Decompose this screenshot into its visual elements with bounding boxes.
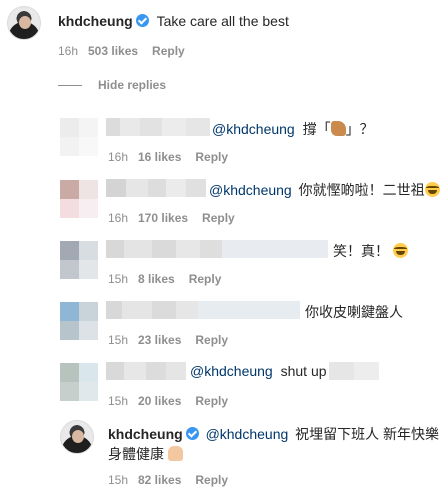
avatar[interactable] [7, 6, 41, 40]
timestamp[interactable]: 16h [108, 150, 138, 164]
mention-link[interactable]: @khdcheung [190, 363, 273, 379]
blurred-username [106, 118, 210, 136]
timestamp[interactable]: 15h [108, 394, 138, 408]
reply-button[interactable]: Reply [189, 272, 222, 286]
comment-meta: 15h 8 likes Reply [108, 272, 221, 286]
hide-replies-button[interactable]: Hide replies [58, 78, 166, 92]
horse-emoji-icon [330, 121, 346, 136]
laughing-tears-emoji-icon [424, 182, 440, 197]
avatar[interactable] [60, 302, 98, 340]
likes-count[interactable]: 82 likes [138, 473, 181, 487]
hide-replies-label: Hide replies [98, 78, 167, 92]
username[interactable]: khdcheung [58, 13, 133, 29]
avatar[interactable] [60, 363, 98, 401]
mention-link[interactable]: @khdcheung [209, 182, 292, 198]
blurred-text [329, 362, 379, 380]
comment-text: Take care all the best [156, 13, 289, 29]
reply-button[interactable]: Reply [195, 394, 228, 408]
comment-meta: 15h 20 likes Reply [108, 394, 228, 408]
laughing-tears-emoji-icon [392, 243, 408, 258]
comment-meta: 16h 16 likes Reply [108, 150, 228, 164]
reply-button[interactable]: Reply [152, 44, 185, 58]
mention-link[interactable]: @khdcheung [212, 121, 295, 137]
likes-count[interactable]: 20 likes [138, 394, 181, 408]
likes-count[interactable]: 503 likes [88, 44, 138, 58]
reply-text: 你收皮喇鍵盤人 [305, 304, 403, 320]
avatar[interactable] [60, 180, 98, 218]
reply-button[interactable]: Reply [195, 150, 228, 164]
reply-button[interactable]: Reply [202, 211, 235, 225]
username[interactable]: khdcheung [108, 426, 183, 442]
folded-hands-emoji-icon [167, 446, 183, 461]
reply-text: @khdcheung 你就慳啲啦！二世祖 [209, 180, 440, 200]
mention-link[interactable]: @khdcheung [206, 426, 289, 442]
likes-count[interactable]: 23 likes [138, 333, 181, 347]
reply-text: @khdcheung shut up [190, 363, 327, 379]
comment-meta: 16h 170 likes Reply [108, 211, 235, 225]
likes-count[interactable]: 16 likes [138, 150, 181, 164]
avatar[interactable] [60, 420, 94, 454]
avatar[interactable] [60, 241, 98, 279]
timestamp[interactable]: 15h [108, 473, 138, 487]
divider-dash [58, 84, 82, 86]
comment-meta: 16h 503 likes Reply [58, 44, 185, 58]
blurred-username [106, 179, 206, 197]
reply-button[interactable]: Reply [195, 473, 228, 487]
verified-badge-icon [135, 14, 149, 27]
timestamp[interactable]: 15h [108, 272, 138, 286]
comment-meta: 15h 82 likes Reply [108, 473, 228, 487]
timestamp[interactable]: 16h [108, 211, 138, 225]
timestamp[interactable]: 16h [58, 44, 88, 58]
reply-text: 笑！真！ [333, 241, 408, 261]
reply-text: @khdcheung 撐「」？ [212, 121, 374, 137]
blurred-username [106, 301, 300, 319]
likes-count[interactable]: 170 likes [138, 211, 188, 225]
reply-text: khdcheung @khdcheung 祝埋留下班人 新年快樂 [108, 426, 440, 442]
avatar-face [72, 430, 84, 443]
blurred-username [106, 362, 186, 380]
likes-count[interactable]: 8 likes [138, 272, 175, 286]
avatar[interactable] [60, 118, 98, 156]
timestamp[interactable]: 15h [108, 333, 138, 347]
comment-meta: 15h 23 likes Reply [108, 333, 228, 347]
blurred-username [106, 240, 328, 258]
reply-text-line2: 身體健康 [108, 444, 183, 464]
reply-button[interactable]: Reply [195, 333, 228, 347]
verified-badge-icon [185, 427, 199, 440]
avatar-face [19, 16, 31, 29]
main-comment: khdcheung Take care all the best [58, 13, 289, 29]
